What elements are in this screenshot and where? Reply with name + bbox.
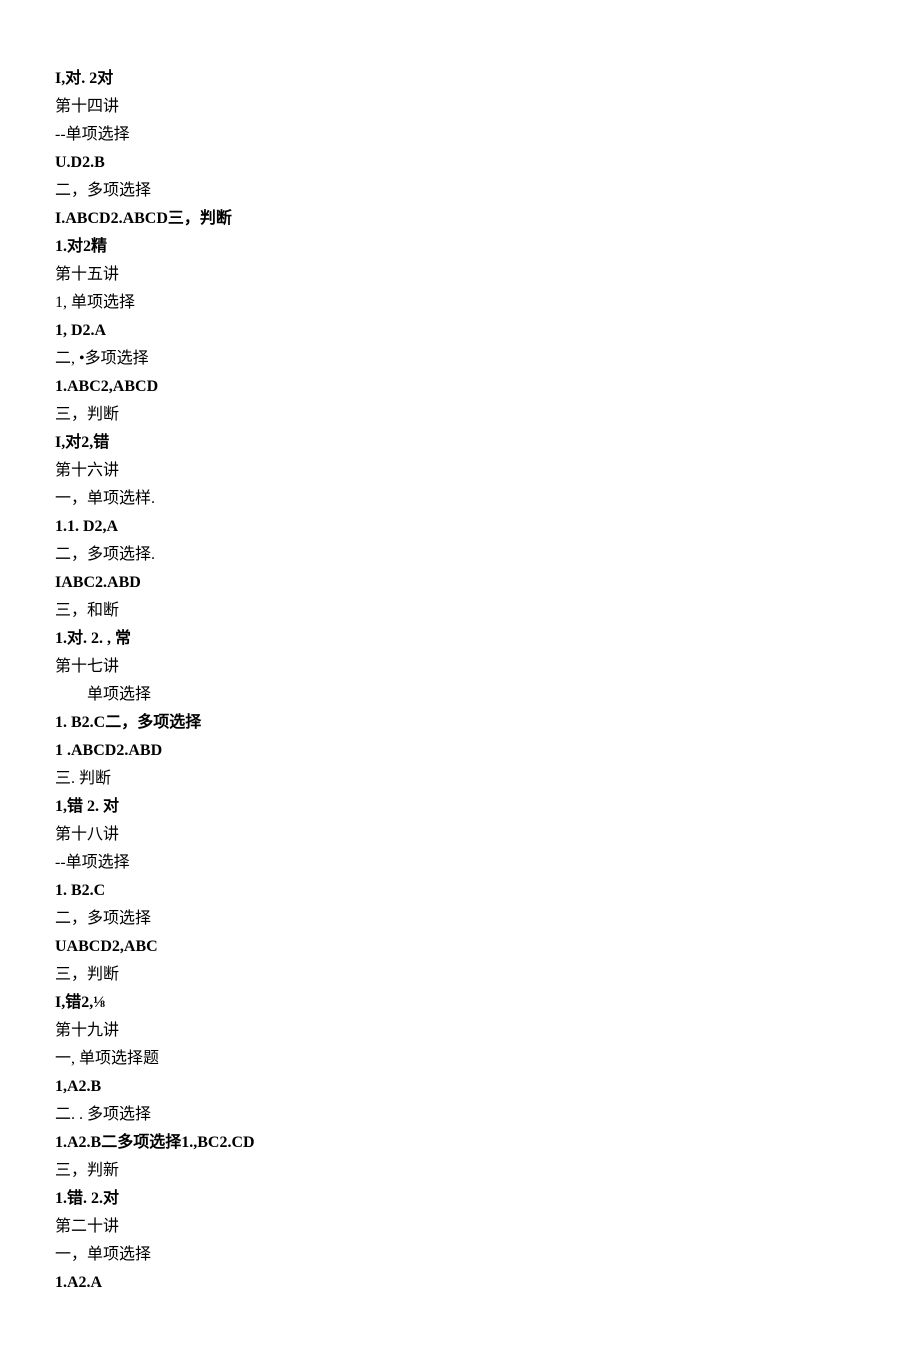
text-line: 1.1. D2,A [55, 513, 865, 541]
text-line: 1.对2精 [55, 233, 865, 261]
text-line: 1.ABC2,ABCD [55, 373, 865, 401]
text-line: --单项选择 [55, 121, 865, 149]
text-line: 二，多项选择 [55, 905, 865, 933]
text-line: 1,错 2. 对 [55, 793, 865, 821]
text-line: 1, D2.A [55, 317, 865, 345]
text-line: 一，单项选样. [55, 485, 865, 513]
text-line: 1, 单项选择 [55, 289, 865, 317]
text-line: 1.错. 2.对 [55, 1185, 865, 1213]
text-line: 三，和断 [55, 597, 865, 625]
text-line: 三. 判断 [55, 765, 865, 793]
text-line: 二, •多项选择 [55, 345, 865, 373]
text-line: 单项选择 [55, 681, 865, 709]
text-line: I,错2,⅛ [55, 989, 865, 1017]
text-line: --单项选择 [55, 849, 865, 877]
text-line: 一，单项选择 [55, 1241, 865, 1269]
text-line: 1,A2.B [55, 1073, 865, 1101]
text-line: I.ABCD2.ABCD三，判断 [55, 205, 865, 233]
text-line: 二. . 多项选择 [55, 1101, 865, 1129]
text-line: 1.A2.B二多项选择1.,BC2.CD [55, 1129, 865, 1157]
document-body: I,对. 2对第十四讲--单项选择U.D2.B二，多项选择I.ABCD2.ABC… [55, 65, 865, 1297]
text-line: 三，判新 [55, 1157, 865, 1185]
text-line: 1.对. 2. , 常 [55, 625, 865, 653]
text-line: 三，判断 [55, 961, 865, 989]
text-line: IABC2.ABD [55, 569, 865, 597]
text-line: 第十四讲 [55, 93, 865, 121]
text-line: 1. B2.C二，多项选择 [55, 709, 865, 737]
text-line: 第十九讲 [55, 1017, 865, 1045]
text-line: 第十八讲 [55, 821, 865, 849]
text-line: UABCD2,ABC [55, 933, 865, 961]
text-line: 第十六讲 [55, 457, 865, 485]
text-line: 第十五讲 [55, 261, 865, 289]
text-line: 第十七讲 [55, 653, 865, 681]
text-line: 二，多项选择 [55, 177, 865, 205]
text-line: 1 .ABCD2.ABD [55, 737, 865, 765]
text-line: U.D2.B [55, 149, 865, 177]
text-line: 一, 单项选择题 [55, 1045, 865, 1073]
text-line: 1. B2.C [55, 877, 865, 905]
text-line: I,对2,错 [55, 429, 865, 457]
text-line: 第二十讲 [55, 1213, 865, 1241]
text-line: 二，多项选择. [55, 541, 865, 569]
text-line: 1.A2.A [55, 1269, 865, 1297]
text-line: 三，判断 [55, 401, 865, 429]
text-line: I,对. 2对 [55, 65, 865, 93]
